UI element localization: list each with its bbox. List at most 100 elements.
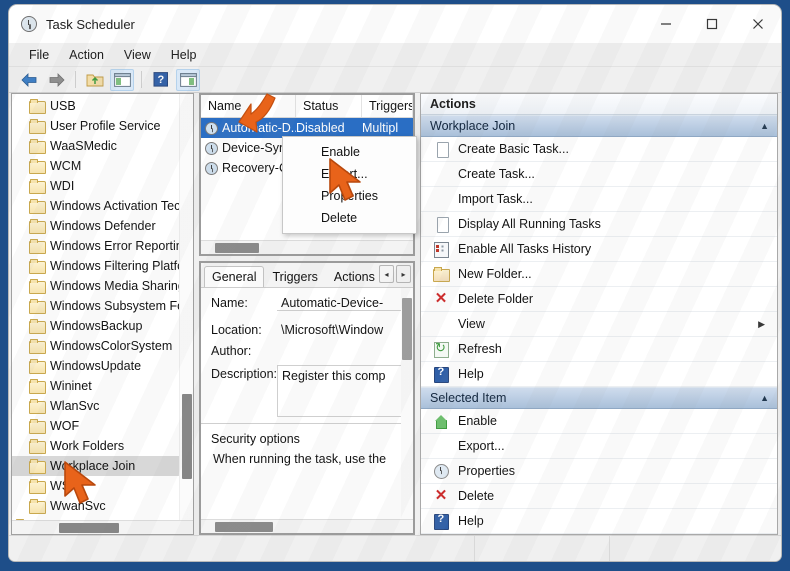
- action-item[interactable]: Refresh: [421, 337, 777, 362]
- task-row[interactable]: Automatic-D... Disabled Multipl: [201, 118, 413, 138]
- column-header-name[interactable]: Name: [201, 95, 296, 117]
- menu-action[interactable]: Action: [59, 45, 114, 65]
- detail-vertical-scroll-thumb[interactable]: [402, 298, 412, 360]
- context-menu-enable[interactable]: Enable: [283, 141, 416, 163]
- help-icon: [433, 513, 449, 530]
- menu-view[interactable]: View: [114, 45, 161, 65]
- title-bar: Task Scheduler: [9, 5, 781, 43]
- toolbar-separator: [75, 71, 76, 88]
- action-item[interactable]: Properties: [421, 459, 777, 484]
- tree-item-label: WaaSMedic: [50, 139, 117, 153]
- action-item[interactable]: Import Task...: [421, 187, 777, 212]
- tab-general[interactable]: General: [204, 266, 265, 287]
- folder-icon: [29, 479, 46, 494]
- tree-item[interactable]: Windows Defender: [12, 216, 193, 236]
- label-description: Description:: [211, 367, 277, 381]
- show-hide-console-tree-icon[interactable]: [110, 68, 134, 91]
- column-header-status[interactable]: Status: [296, 95, 362, 117]
- column-header-triggers[interactable]: Triggers: [362, 95, 413, 117]
- tab-scroll-left-button[interactable]: ◂: [379, 265, 394, 283]
- action-item[interactable]: Enable All Tasks History: [421, 237, 777, 262]
- action-item[interactable]: View ▶: [421, 312, 777, 337]
- collapse-caret-icon[interactable]: ▲: [760, 121, 769, 131]
- folder-icon: [29, 179, 46, 194]
- tree-item[interactable]: Workplace Join: [12, 456, 193, 476]
- context-menu-delete[interactable]: Delete: [283, 207, 416, 229]
- action-item[interactable]: ✕ Delete Folder: [421, 287, 777, 312]
- task-list-horizontal-scrollbar[interactable]: [201, 240, 413, 254]
- tree-vertical-scrollbar[interactable]: [179, 94, 193, 520]
- tab-actions[interactable]: Actions: [326, 266, 383, 287]
- action-item[interactable]: Display All Running Tasks: [421, 212, 777, 237]
- tree-item[interactable]: Windows Subsystem For: [12, 296, 193, 316]
- window-title: Task Scheduler: [46, 16, 135, 32]
- tree-item[interactable]: Windows Error Reporting: [12, 236, 193, 256]
- tree-vertical-scroll-thumb[interactable]: [182, 394, 192, 479]
- folder-icon: [29, 199, 46, 214]
- tree-item[interactable]: USB: [12, 96, 193, 116]
- tab-scroll-right-button[interactable]: ▸: [396, 265, 411, 283]
- action-item[interactable]: Create Task...: [421, 162, 777, 187]
- show-hide-action-pane-icon[interactable]: [176, 68, 200, 91]
- history-icon: [433, 241, 449, 258]
- delete-x-icon: ✕: [434, 487, 448, 504]
- task-clock-icon: [205, 141, 218, 155]
- action-item[interactable]: New Folder...: [421, 262, 777, 287]
- action-item-label: Help: [458, 367, 484, 381]
- tab-triggers[interactable]: Triggers: [264, 266, 325, 287]
- tree-item[interactable]: WindowsUpdate: [12, 356, 193, 376]
- tree-item-label: Windows Defender: [50, 219, 156, 233]
- tree-item-label: WDI: [50, 179, 75, 193]
- action-item[interactable]: Help: [421, 362, 777, 387]
- back-arrow-icon[interactable]: [17, 69, 41, 91]
- minimize-button[interactable]: [643, 5, 689, 43]
- detail-horizontal-scrollbar[interactable]: [201, 519, 413, 533]
- label-name: Name:: [211, 296, 248, 310]
- maximize-button[interactable]: [689, 5, 735, 43]
- context-menu-properties[interactable]: Properties: [283, 185, 416, 207]
- tree-item[interactable]: Work Folders: [12, 436, 193, 456]
- page-icon: [433, 141, 449, 158]
- tree-item[interactable]: Windows Activation Tech: [12, 196, 193, 216]
- collapse-caret-icon[interactable]: ▲: [760, 393, 769, 403]
- action-item-label: Export...: [458, 439, 505, 453]
- tree-item[interactable]: Wininet: [12, 376, 193, 396]
- detail-vertical-scrollbar[interactable]: [401, 288, 413, 519]
- task-list-scroll-thumb[interactable]: [215, 243, 259, 253]
- detail-horizontal-scroll-thumb[interactable]: [215, 522, 273, 532]
- tree-item[interactable]: User Profile Service: [12, 116, 193, 136]
- folder-icon: [29, 359, 46, 374]
- tree-item[interactable]: WindowsBackup: [12, 316, 193, 336]
- help-icon[interactable]: ?: [149, 69, 173, 91]
- tree-horizontal-scroll-thumb[interactable]: [59, 523, 119, 533]
- action-item[interactable]: ✕ Delete: [421, 484, 777, 509]
- context-menu-export[interactable]: Export...: [283, 163, 416, 185]
- actions-group-header[interactable]: Workplace Join ▲: [421, 115, 777, 137]
- tree-item[interactable]: WS: [12, 476, 193, 496]
- action-item[interactable]: Export...: [421, 434, 777, 459]
- close-button[interactable]: [735, 5, 781, 43]
- menu-file[interactable]: File: [19, 45, 59, 65]
- tree-item-label: WindowsUpdate: [50, 359, 142, 373]
- actions-group-header[interactable]: Selected Item ▲: [421, 387, 777, 409]
- tree-item[interactable]: Windows Filtering Platfo: [12, 256, 193, 276]
- action-item[interactable]: Enable: [421, 409, 777, 434]
- folder-icon: [29, 459, 46, 474]
- tree-horizontal-scrollbar[interactable]: [12, 520, 193, 534]
- action-item[interactable]: Create Basic Task...: [421, 137, 777, 162]
- menu-help[interactable]: Help: [161, 45, 207, 65]
- forward-arrow-icon[interactable]: [44, 69, 68, 91]
- folder-icon: [29, 119, 46, 134]
- tree-item[interactable]: WaaSMedic: [12, 136, 193, 156]
- tree-item-label: WwanSvc: [50, 499, 106, 513]
- tree-item[interactable]: WOF: [12, 416, 193, 436]
- up-folder-icon[interactable]: [83, 69, 107, 91]
- tree-item[interactable]: WCM: [12, 156, 193, 176]
- folder-icon: [29, 339, 46, 354]
- action-item[interactable]: Help: [421, 509, 777, 534]
- tree-item[interactable]: WlanSvc: [12, 396, 193, 416]
- tree-item[interactable]: WindowsColorSystem: [12, 336, 193, 356]
- tree-item[interactable]: WDI: [12, 176, 193, 196]
- tree-item[interactable]: WwanSvc: [12, 496, 193, 516]
- tree-item[interactable]: Windows Media Sharing: [12, 276, 193, 296]
